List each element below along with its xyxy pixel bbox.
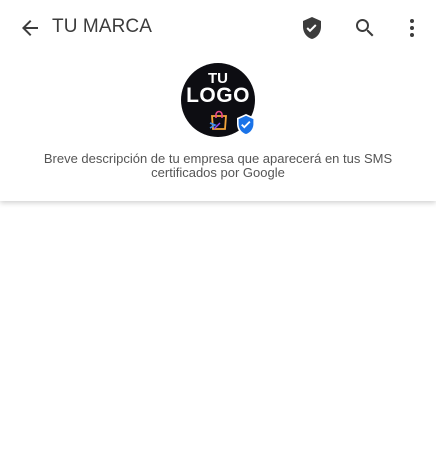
more-options-button[interactable] [392, 8, 432, 48]
business-info-screen: TU MARCA TU LOGO Breve descripción de tu… [0, 0, 436, 476]
verified-business-button[interactable] [292, 8, 332, 48]
back-arrow-icon [22, 20, 38, 36]
business-logo: TU LOGO [179, 61, 259, 141]
shopping-bag-icon [209, 110, 227, 130]
back-button[interactable] [10, 8, 50, 48]
more-vert-icon [410, 19, 414, 37]
top-app-bar: TU MARCA [0, 0, 436, 56]
page-title: TU MARCA [52, 16, 153, 37]
verified-shield-icon [303, 17, 321, 39]
logo-text-line2: LOGO [186, 84, 250, 107]
verified-badge-icon [237, 114, 255, 136]
search-icon [356, 19, 374, 37]
business-description: Breve descripción de tu empresa que apar… [43, 151, 393, 180]
business-header: TU MARCA TU LOGO Breve descripción de tu… [0, 0, 436, 201]
search-button[interactable] [345, 8, 385, 48]
